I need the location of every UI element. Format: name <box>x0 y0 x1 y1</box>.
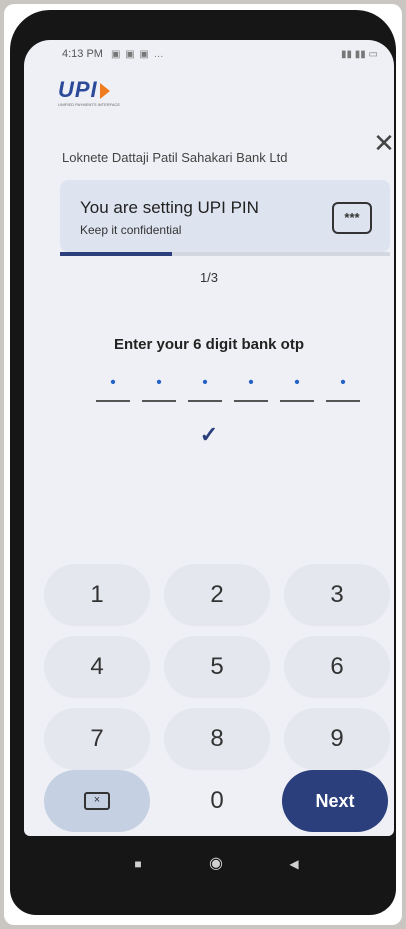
card-title: You are setting UPI PIN <box>80 198 259 217</box>
key-0[interactable]: 0 <box>164 770 270 832</box>
backspace-icon: × <box>84 791 110 810</box>
otp-prompt: Enter your 6 digit bank otp <box>113 336 304 353</box>
otp-digit-1[interactable]: • <box>96 370 130 402</box>
bank-name: Loknete Dattaji Patil Sahakari Bank Ltd <box>62 150 288 165</box>
upi-pin-info-card: You are setting UPI PIN Keep it confiden… <box>60 180 390 252</box>
key-5[interactable]: 5 <box>164 636 270 698</box>
pin-icon: *** <box>332 202 372 234</box>
upi-logo-tagline: UNIFIED PAYMENTS INTERFACE <box>58 102 121 107</box>
key-9[interactable]: 9 <box>284 708 390 770</box>
otp-digit-6[interactable]: • <box>326 370 360 402</box>
key-4[interactable]: 4 <box>44 636 150 698</box>
close-button[interactable]: ✕ <box>369 128 394 158</box>
progress-fill <box>60 252 173 256</box>
key-2[interactable]: 2 <box>164 564 270 626</box>
backspace-button[interactable]: × <box>44 770 150 832</box>
close-icon: ✕ <box>373 128 394 158</box>
upi-logo: UPI <box>58 78 124 102</box>
key-8[interactable]: 8 <box>164 708 270 770</box>
otp-digit-4[interactable]: • <box>234 370 268 402</box>
progress-bar <box>60 252 390 256</box>
otp-digit-2[interactable]: • <box>142 370 176 402</box>
key-6[interactable]: 6 <box>284 636 390 698</box>
next-button[interactable]: Next <box>282 770 388 832</box>
back-icon[interactable]: ◀ <box>282 852 306 876</box>
phone-body: 4:13 PM ▣ ▣ ▣ … ▮▮ ▮▮ ▭ UPI UNIFIED PAYM… <box>10 10 396 915</box>
android-nav-bar: ■ ◉ ◀ <box>20 836 406 896</box>
app-screen: 4:13 PM ▣ ▣ ▣ … ▮▮ ▮▮ ▭ UPI UNIFIED PAYM… <box>24 40 394 836</box>
otp-digit-5[interactable]: • <box>280 370 314 402</box>
otp-input[interactable]: • • • • • • <box>96 370 368 404</box>
recents-icon[interactable]: ■ <box>126 852 150 876</box>
key-7[interactable]: 7 <box>44 708 150 770</box>
check-icon: ✓ <box>199 422 219 447</box>
system-status-icons: ▮▮ ▮▮ ▭ <box>340 48 378 60</box>
key-1[interactable]: 1 <box>44 564 150 626</box>
card-subtitle: Keep it confidential <box>80 223 182 237</box>
key-3[interactable]: 3 <box>284 564 390 626</box>
home-icon[interactable]: ◉ <box>204 852 228 876</box>
upi-logo-text: UPI <box>58 77 98 102</box>
status-bar: 4:13 PM ▣ ▣ ▣ … ▮▮ ▮▮ ▭ <box>24 40 394 68</box>
step-indicator: 1/3 <box>199 270 219 285</box>
notification-icons: ▣ ▣ ▣ … <box>110 48 165 60</box>
otp-digit-3[interactable]: • <box>188 370 222 402</box>
status-time: 4:13 PM <box>62 48 103 60</box>
numeric-keypad: 1 2 3 4 5 6 7 8 9 × 0 Next <box>42 564 392 834</box>
upi-arrow-icon <box>99 83 110 100</box>
